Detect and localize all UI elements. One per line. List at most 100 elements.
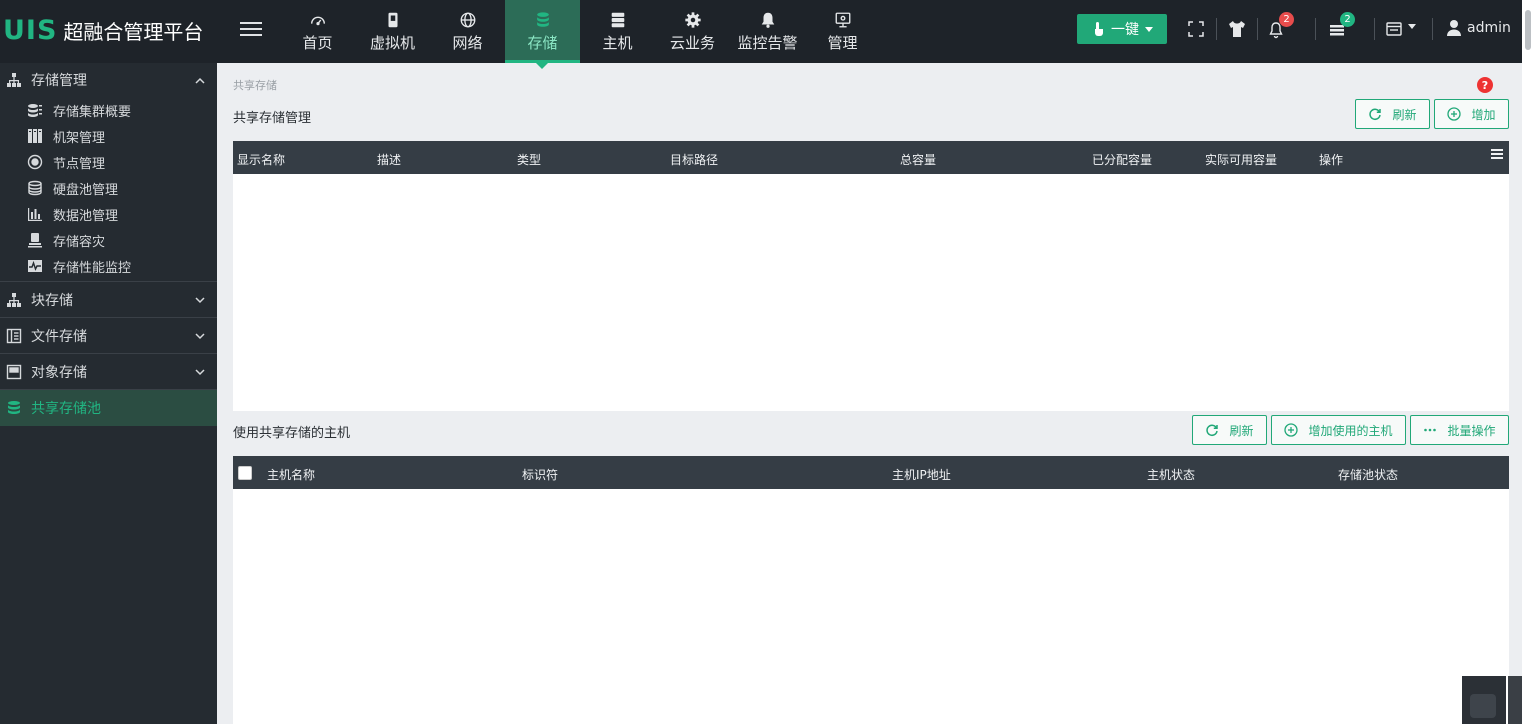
page-scrollbar[interactable] xyxy=(1522,0,1534,724)
logo-mark: UIS xyxy=(3,14,58,46)
nav-network[interactable]: 网络 xyxy=(430,0,505,63)
table-header: 主机名称 标识符 主机IP地址 主机状态 存储池状态 xyxy=(233,456,1509,489)
tasks-button[interactable]: 2 xyxy=(1329,12,1355,39)
col-available-capacity[interactable]: 实际可用容量 xyxy=(1205,151,1277,168)
col-identifier[interactable]: 标识符 xyxy=(522,466,558,483)
floating-chat-widget[interactable] xyxy=(1462,676,1506,724)
toolbar-divider xyxy=(1257,18,1258,40)
nav-label: 监控告警 xyxy=(737,33,798,52)
user-menu[interactable]: admin xyxy=(1446,19,1511,37)
help-icon[interactable]: ? xyxy=(1477,77,1493,93)
nav-storage[interactable]: 存储 xyxy=(505,0,580,69)
table-header: 显示名称 描述 类型 目标路径 总容量 已分配容量 实际可用容量 操作 xyxy=(233,141,1509,174)
col-description[interactable]: 描述 xyxy=(377,151,401,168)
tasks-count-badge: 2 xyxy=(1340,12,1355,27)
menu-toggle-icon[interactable] xyxy=(240,18,262,42)
chevron-down-icon xyxy=(1145,26,1153,32)
disk-pool-icon xyxy=(28,180,42,196)
theme-shirt-icon[interactable] xyxy=(1227,19,1247,39)
col-actions: 操作 xyxy=(1319,153,1344,167)
backup-server-icon xyxy=(28,233,42,248)
nav-cloud-business[interactable]: 云业务 xyxy=(655,0,730,63)
fullscreen-icon[interactable] xyxy=(1186,19,1206,39)
chat-icon xyxy=(1470,694,1496,718)
sidebar-item-label: 节点管理 xyxy=(53,156,106,172)
refresh-button[interactable]: 刷新 xyxy=(1355,99,1430,129)
col-total-capacity[interactable]: 总容量 xyxy=(900,151,936,168)
col-pool-status[interactable]: 存储池状态 xyxy=(1338,466,1398,483)
select-all-checkbox[interactable] xyxy=(238,466,252,480)
toolbar-divider xyxy=(1216,18,1217,40)
col-host-name[interactable]: 主机名称 xyxy=(267,466,315,483)
widget-handle-icon[interactable] xyxy=(1508,676,1522,724)
chevron-down-icon xyxy=(1408,23,1416,29)
nav-monitoring[interactable]: 监控告警 xyxy=(730,0,805,63)
sidebar-group-block-storage[interactable]: 块存储 xyxy=(0,282,217,318)
nav-vm[interactable]: 虚拟机 xyxy=(355,0,430,63)
bell-alert-icon xyxy=(761,12,774,28)
sidebar-item-disaster-recovery[interactable]: 存储容灾 xyxy=(0,227,217,253)
app-logo[interactable]: UIS 超融合管理平台 xyxy=(3,12,203,48)
sidebar-group-label: 块存储 xyxy=(31,292,73,309)
sidebar-group-storage-mgmt[interactable]: 存储管理 xyxy=(0,63,217,97)
rack-icon xyxy=(28,129,42,143)
user-name: admin xyxy=(1467,20,1511,36)
sidebar-item-data-pool-mgmt[interactable]: 数据池管理 xyxy=(0,201,217,227)
database-icon xyxy=(536,11,549,27)
col-type[interactable]: 类型 xyxy=(517,151,541,168)
sidebar-item-rack-mgmt[interactable]: 机架管理 xyxy=(0,123,217,149)
server-icon xyxy=(611,12,624,27)
section-title-hosts: 使用共享存储的主机 xyxy=(233,426,351,441)
sidebar-group-object-storage[interactable]: 对象存储 xyxy=(0,354,217,390)
col-host-status[interactable]: 主机状态 xyxy=(1147,466,1195,483)
window-menu-button[interactable] xyxy=(1386,19,1420,39)
chevron-down-icon xyxy=(195,333,205,340)
target-node-icon xyxy=(27,154,43,170)
add-button[interactable]: 增加 xyxy=(1434,99,1509,129)
alerts-button[interactable]: 2 xyxy=(1268,12,1294,39)
breadcrumb[interactable]: 共享存储 xyxy=(233,77,277,93)
sidebar-item-label: 存储集群概要 xyxy=(53,104,132,120)
nav-home[interactable]: 首页 xyxy=(280,0,355,63)
add-label: 增加 xyxy=(1471,107,1496,122)
sidebar-item-perf-monitor[interactable]: 存储性能监控 xyxy=(0,253,217,279)
nav-label: 主机 xyxy=(602,33,633,52)
batch-operation-button[interactable]: 批量操作 xyxy=(1410,415,1509,445)
batch-label: 批量操作 xyxy=(1447,423,1496,438)
sidebar-item-cluster-overview[interactable]: 存储集群概要 xyxy=(0,97,217,123)
hosts-table: 主机名称 标识符 主机IP地址 主机状态 存储池状态 xyxy=(233,456,1509,724)
chevron-up-icon xyxy=(195,77,205,84)
ellipsis-icon xyxy=(1424,428,1437,432)
col-display-name[interactable]: 显示名称 xyxy=(237,151,285,168)
top-navigation-bar: UIS 超融合管理平台 首页 虚拟机 网络 存储 主机 云业务 监控告警 管理 … xyxy=(0,0,1522,69)
sidebar-item-disk-pool-mgmt[interactable]: 硬盘池管理 xyxy=(0,175,217,201)
sidebar-item-node-mgmt[interactable]: 节点管理 xyxy=(0,149,217,175)
app-title: 超融合管理平台 xyxy=(63,19,204,44)
column-menu-icon[interactable] xyxy=(1491,149,1503,161)
sidebar-group-label: 文件存储 xyxy=(31,328,87,345)
nav-host[interactable]: 主机 xyxy=(580,0,655,63)
add-host-label: 增加使用的主机 xyxy=(1308,423,1393,438)
sidebar-item-shared-pool[interactable]: 共享存储池 xyxy=(0,390,217,426)
one-click-button[interactable]: 一键 xyxy=(1077,14,1167,44)
plus-circle-icon xyxy=(1447,107,1462,121)
add-host-button[interactable]: 增加使用的主机 xyxy=(1271,415,1406,445)
dashboard-icon xyxy=(310,16,325,25)
sidebar-item-label: 存储性能监控 xyxy=(53,260,132,276)
sidebar-group-file-storage[interactable]: 文件存储 xyxy=(0,318,217,354)
nav-management[interactable]: 管理 xyxy=(805,0,880,63)
col-target-path[interactable]: 目标路径 xyxy=(670,151,718,168)
sidebar: 存储管理 存储集群概要 机架管理 节点管理 硬盘池管理 数据池管理 存储容灾 存… xyxy=(0,63,217,724)
nav-label: 虚拟机 xyxy=(369,33,415,52)
sidebar-item-label: 存储容灾 xyxy=(53,234,106,250)
refresh-hosts-button[interactable]: 刷新 xyxy=(1192,415,1267,445)
gear-icon xyxy=(684,11,701,28)
chevron-down-icon xyxy=(195,369,205,376)
toolbar-divider xyxy=(1374,18,1375,40)
file-cabinet-icon xyxy=(6,328,22,343)
scrollbar-thumb[interactable] xyxy=(1525,10,1531,50)
col-allocated-capacity[interactable]: 已分配容量 xyxy=(1092,151,1152,168)
sidebar-group-label: 对象存储 xyxy=(31,364,87,381)
col-host-ip[interactable]: 主机IP地址 xyxy=(892,466,951,483)
vm-icon xyxy=(388,12,397,27)
